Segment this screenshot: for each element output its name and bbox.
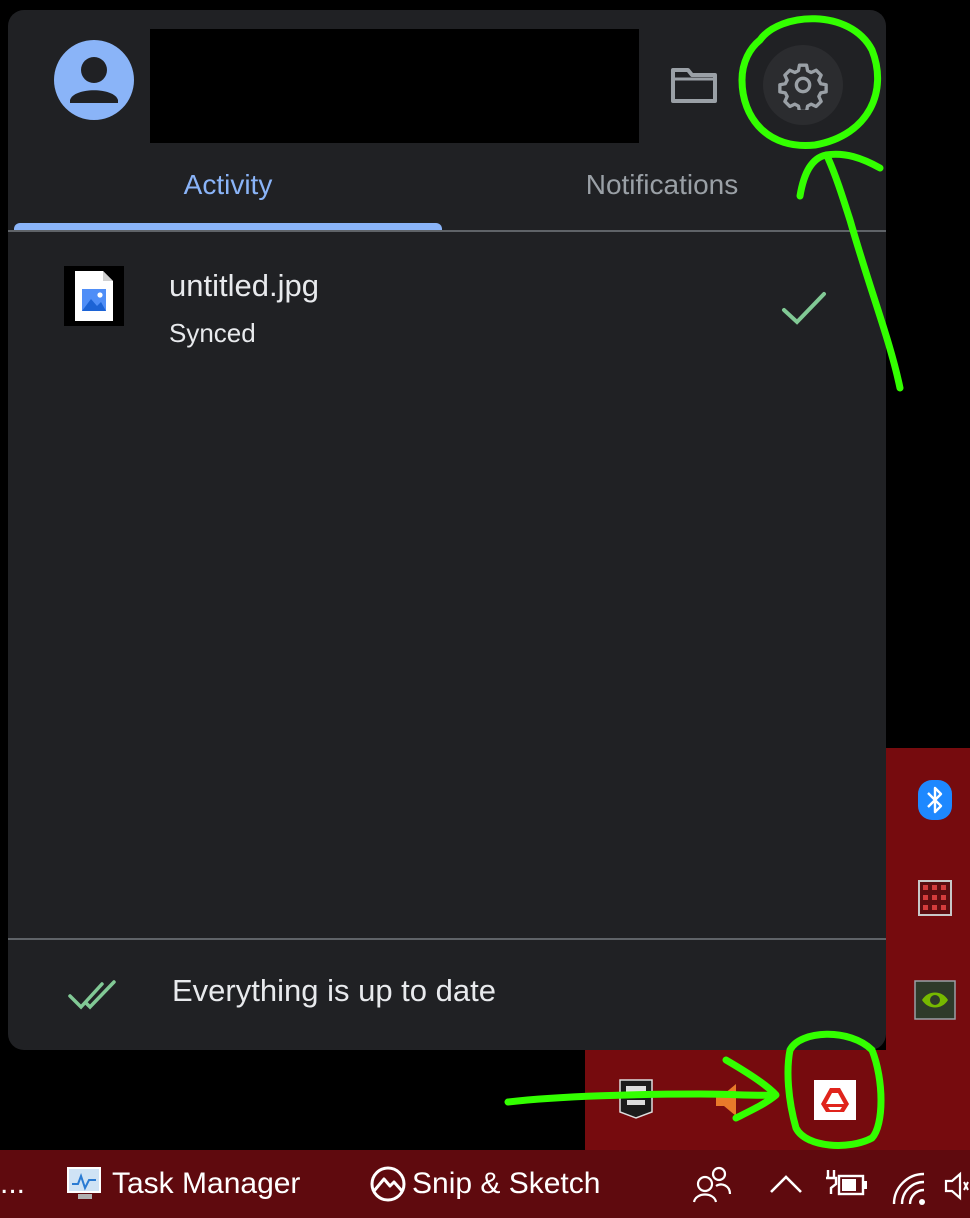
chevron-up-icon[interactable]: [768, 1172, 804, 1196]
speaker-icon[interactable]: [944, 1170, 970, 1202]
image-file-icon: [64, 266, 124, 326]
snip-sketch-label: Snip & Sketch: [412, 1167, 601, 1200]
grid-app-icon[interactable]: [918, 880, 952, 916]
footer-divider: [8, 938, 886, 940]
people-icon[interactable]: [692, 1164, 732, 1204]
settings-button[interactable]: [763, 45, 843, 125]
sync-status-text: Everything is up to date: [172, 973, 496, 1008]
gear-icon: [778, 63, 828, 110]
taskbar-item-task-manager[interactable]: Task Manager: [66, 1150, 300, 1218]
tab-activity-label: Activity: [183, 169, 273, 200]
active-tab-indicator: [14, 223, 442, 230]
taskbar-overflow-label: ...: [0, 1167, 26, 1200]
snip-sketch-icon: [370, 1166, 406, 1202]
taskbar-overflow-item[interactable]: ...: [0, 1150, 25, 1218]
redacted-account-info: [150, 29, 639, 143]
google-drive-tray-icon[interactable]: [814, 1080, 856, 1120]
epic-games-icon[interactable]: [618, 1078, 654, 1120]
folder-icon: [671, 68, 717, 103]
drive-popup-panel: Activity Notifications untitled.jpg Sync…: [8, 10, 886, 1050]
synced-check-icon: [782, 292, 826, 325]
nvidia-icon[interactable]: [914, 980, 956, 1020]
file-name: untitled.jpg: [169, 268, 319, 303]
tab-divider: [8, 230, 886, 232]
file-sync-status: Synced: [169, 318, 256, 348]
tab-notifications[interactable]: Notifications: [442, 160, 882, 210]
double-check-icon: [68, 980, 116, 1010]
volume-icon[interactable]: [712, 1080, 748, 1120]
task-manager-icon: [67, 1167, 101, 1199]
tab-activity[interactable]: Activity: [14, 160, 442, 210]
wifi-icon[interactable]: [890, 1170, 928, 1206]
account-avatar-icon[interactable]: [54, 40, 134, 120]
tab-notifications-label: Notifications: [585, 169, 739, 200]
battery-charging-icon[interactable]: [824, 1168, 868, 1202]
open-folder-button[interactable]: [664, 60, 724, 110]
task-manager-label: Task Manager: [112, 1167, 301, 1200]
windows-taskbar: ... Task Manager Snip & Sketch: [0, 1150, 970, 1218]
bluetooth-icon[interactable]: [918, 780, 952, 820]
taskbar-item-snip-sketch[interactable]: Snip & Sketch: [368, 1150, 600, 1218]
activity-list-item[interactable]: untitled.jpg Synced: [8, 248, 886, 358]
